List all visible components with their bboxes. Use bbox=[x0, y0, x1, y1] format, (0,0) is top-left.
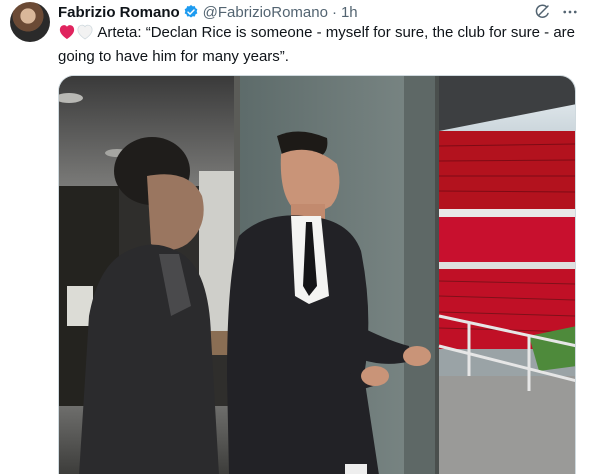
verified-badge-icon bbox=[183, 4, 199, 20]
red-heart-emoji bbox=[58, 23, 76, 46]
header-separator: · bbox=[331, 3, 337, 21]
more-icon[interactable] bbox=[561, 3, 579, 21]
header-actions bbox=[533, 3, 579, 21]
white-heart-emoji bbox=[76, 23, 94, 46]
tweet-header: Fabrizio Romano @FabrizioRomano · 1h bbox=[58, 2, 358, 22]
timestamp[interactable]: 1h bbox=[341, 4, 358, 21]
grok-icon[interactable] bbox=[533, 3, 551, 21]
avatar[interactable] bbox=[10, 2, 50, 42]
tweet-text-container: Arteta: “Declan Rice is someone - myself… bbox=[58, 22, 578, 67]
tweet-text: Arteta: “Declan Rice is someone - myself… bbox=[58, 24, 576, 65]
author-name[interactable]: Fabrizio Romano bbox=[58, 4, 180, 21]
tweet-photo[interactable] bbox=[58, 75, 576, 474]
author-handle[interactable]: @FabrizioRomano bbox=[203, 4, 328, 21]
